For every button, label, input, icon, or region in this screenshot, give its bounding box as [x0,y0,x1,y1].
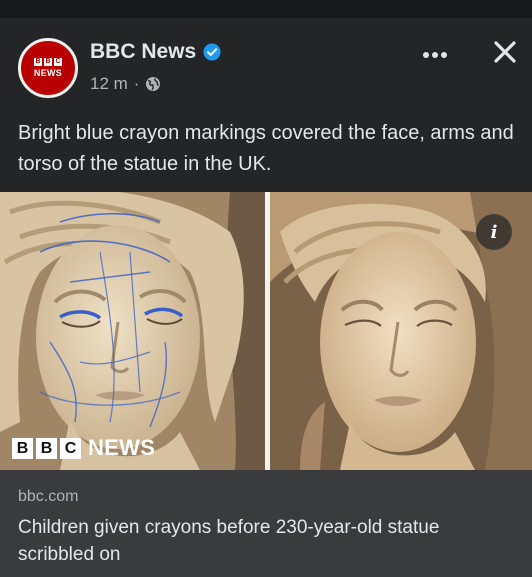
watermark-block-c: C [60,437,81,459]
watermark-block-b1: B [12,437,33,459]
statue-photo-crayon-image [0,192,265,470]
watermark-block-b2: B [36,437,57,459]
post-media[interactable]: B B C NEWS i [0,192,532,470]
post-caption: Bright blue crayon markings covered the … [18,122,514,175]
page-avatar[interactable]: B B C NEWS [18,38,78,98]
link-preview[interactable]: bbc.com Children given crayons before 23… [0,470,532,577]
info-button[interactable]: i [476,214,512,250]
info-icon: i [490,221,498,243]
link-domain: bbc.com [18,488,79,505]
watermark-news-label: NEWS [88,435,156,460]
link-headline: Children given crayons before 230-year-o… [18,517,440,565]
top-status-bar [0,0,532,18]
meta-separator: · [133,74,140,93]
page-name-row: BBC News [90,40,221,64]
avatar-logo-blocks: B B C [34,58,62,66]
globe-icon [146,77,161,91]
more-options-button[interactable] [420,40,450,70]
post-time[interactable]: 12 m [90,74,128,94]
avatar-news-label: NEWS [33,68,63,78]
page-name[interactable]: BBC News [90,40,196,64]
bbc-news-watermark: B B C NEWS [12,435,155,461]
post-header: B B C NEWS BBC News 12 m · [0,18,532,104]
avatar-block-b1: B [34,58,42,66]
avatar-block-b2: B [44,58,52,66]
more-options-icon [423,52,447,58]
verified-badge-icon [203,43,221,61]
avatar-block-c: C [54,58,62,66]
close-button[interactable] [488,35,522,69]
post-meta: 12 m · [90,74,161,94]
close-icon [494,41,516,63]
statue-photo-crayon[interactable] [0,192,265,470]
